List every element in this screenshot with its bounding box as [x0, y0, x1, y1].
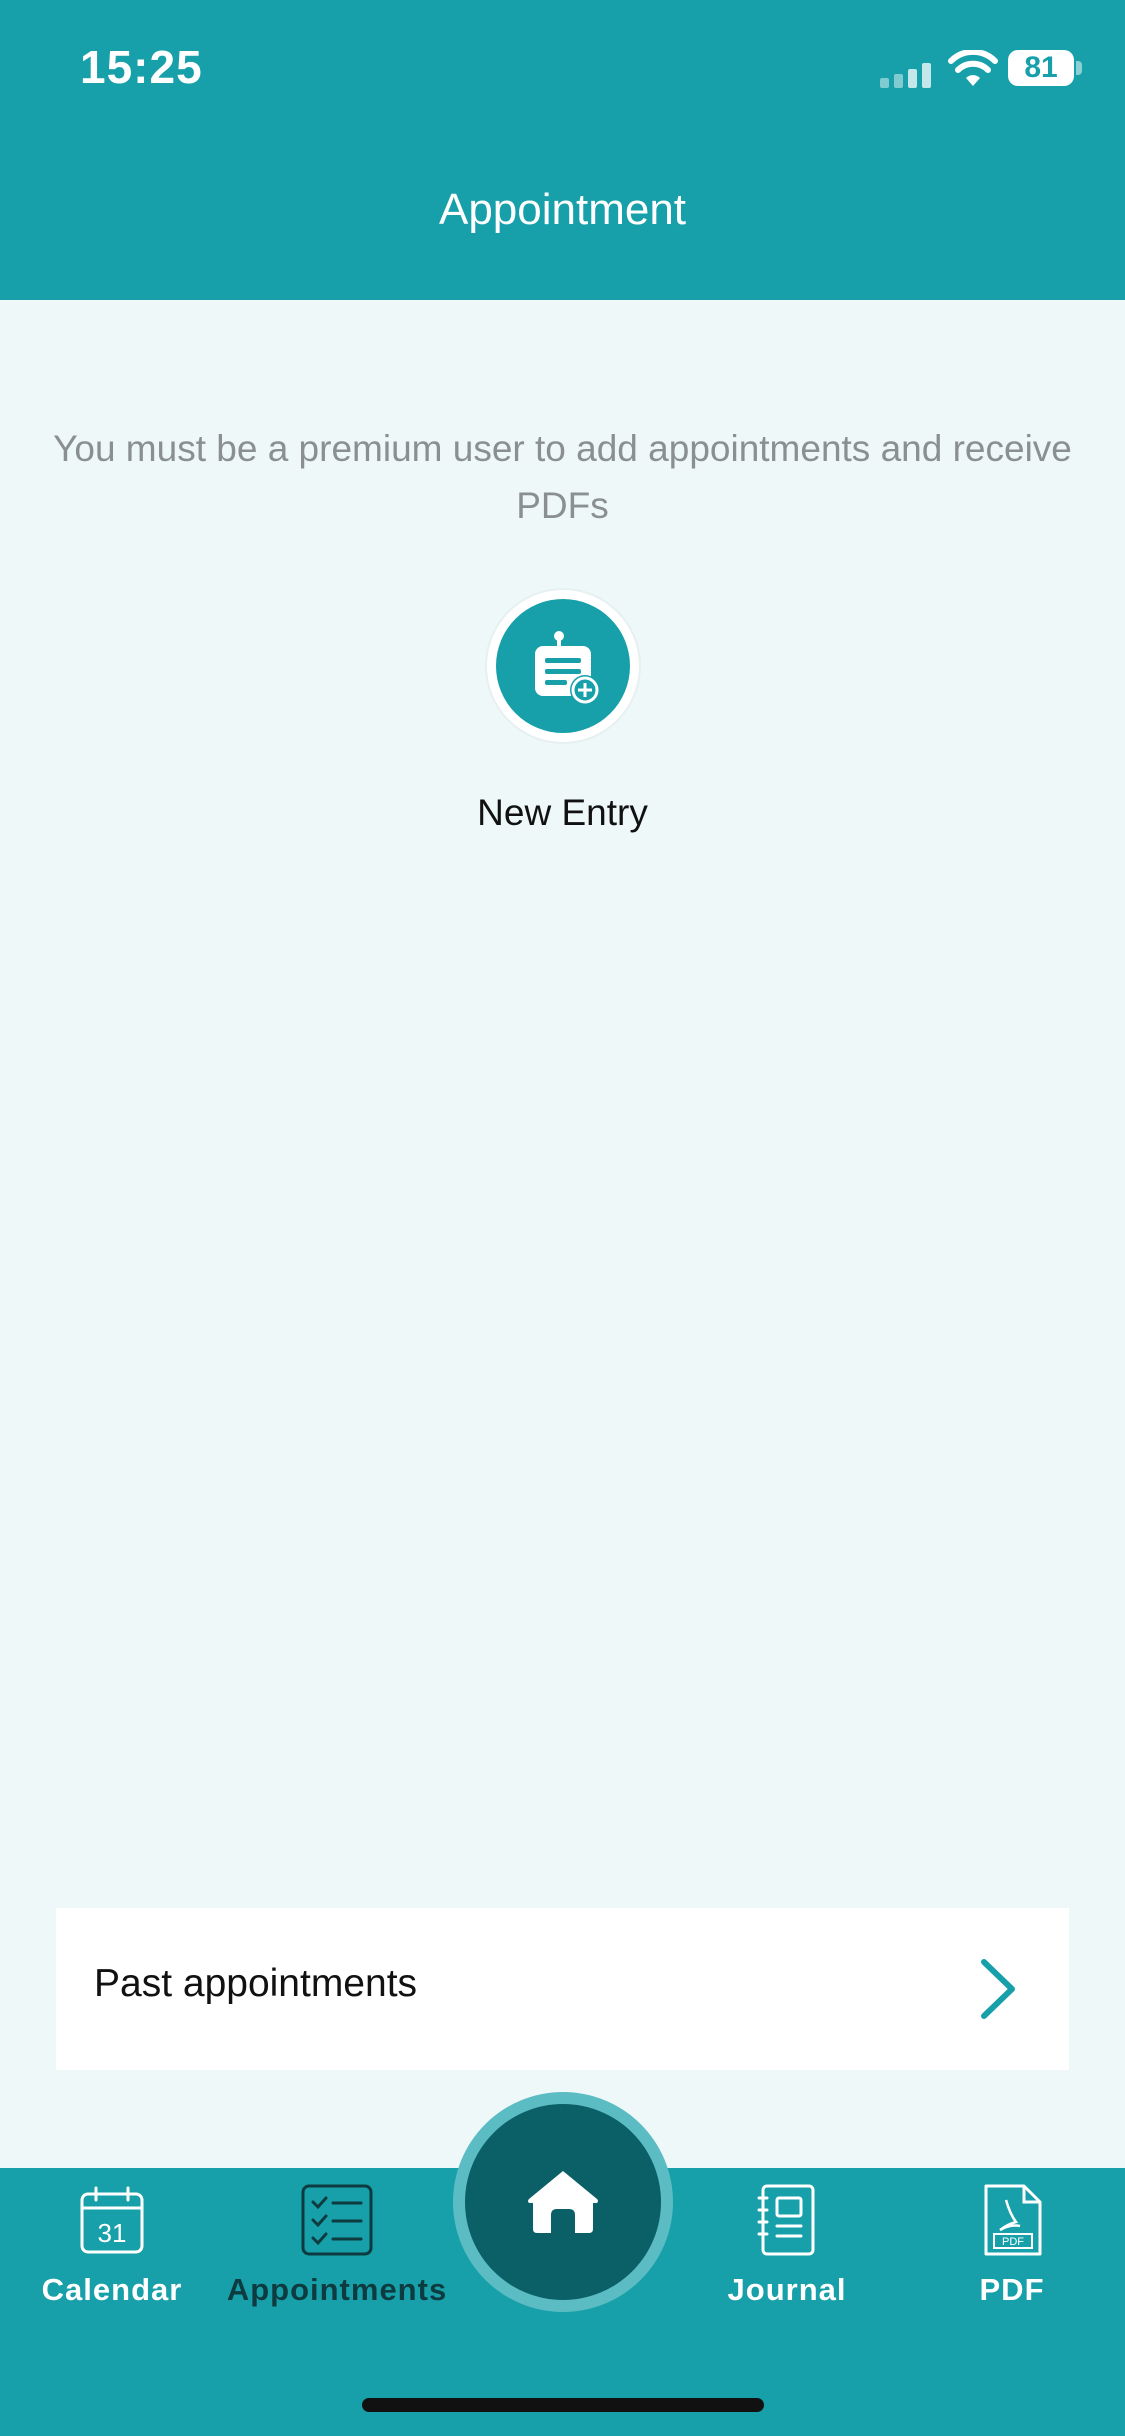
journal-icon: [757, 2184, 815, 2256]
status-time: 15:25: [80, 41, 203, 93]
chevron-right-icon: [981, 1959, 1015, 2019]
home-button[interactable]: [453, 2092, 673, 2312]
new-entry-button[interactable]: [487, 590, 639, 742]
status-bar: 15:25 81: [0, 0, 1125, 140]
appointment-screen: 15:25 81 Appointment You must be a premi…: [0, 0, 1125, 2436]
home-button-inner: [465, 2104, 661, 2300]
battery-tip: [1076, 61, 1082, 75]
home-icon: [528, 2171, 598, 2233]
clipboard-add-icon: [535, 631, 600, 705]
header: 15:25 81 Appointment: [0, 0, 1125, 300]
calendar-icon: 31: [80, 2186, 144, 2254]
past-appointments-row[interactable]: Past appointments: [56, 1908, 1069, 2070]
tab-label-pdf: PDF: [979, 2272, 1045, 2307]
past-appointments-label: Past appointments: [94, 1962, 418, 2005]
tab-journal[interactable]: Journal: [677, 2180, 897, 2320]
cellular-signal-icon: [880, 63, 931, 88]
wifi-icon: [948, 50, 998, 86]
checklist-icon: [301, 2184, 373, 2256]
tab-label-calendar: Calendar: [41, 2272, 183, 2307]
tab-label-appointments: Appointments: [226, 2272, 448, 2307]
calendar-day-number: 31: [98, 2218, 127, 2248]
battery-level: 81: [1024, 51, 1058, 84]
svg-text:PDF: PDF: [1002, 2236, 1024, 2248]
home-indicator[interactable]: [362, 2398, 764, 2412]
battery-indicator: 81: [1008, 50, 1074, 86]
pdf-file-icon: PDF: [984, 2184, 1042, 2256]
tab-calendar[interactable]: 31 Calendar: [2, 2180, 222, 2320]
tab-pdf[interactable]: PDF PDF: [902, 2180, 1122, 2320]
tab-appointments[interactable]: Appointments: [227, 2180, 447, 2320]
tab-label-journal: Journal: [727, 2272, 847, 2307]
page-title: Appointment: [438, 185, 687, 234]
new-entry-label[interactable]: New Entry: [0, 792, 1125, 834]
premium-required-message: You must be a premium user to add appoin…: [53, 428, 1072, 526]
new-entry-circle: [496, 599, 630, 733]
